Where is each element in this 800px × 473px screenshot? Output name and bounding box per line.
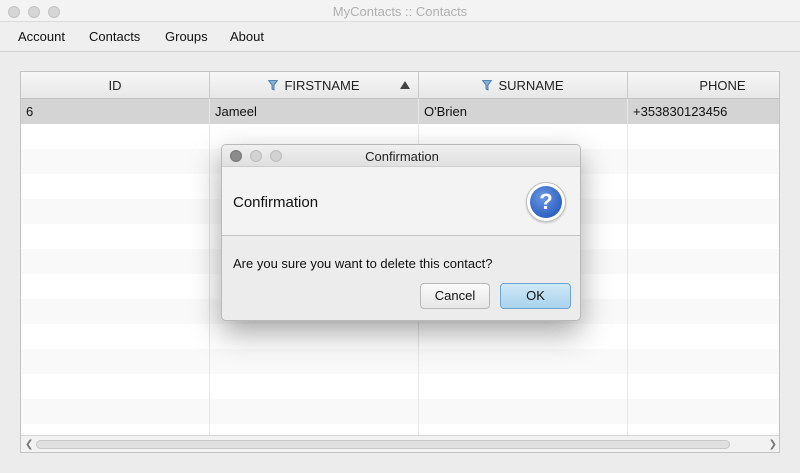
empty-cell: [628, 349, 779, 374]
empty-cell: [628, 174, 779, 199]
ok-button[interactable]: OK: [500, 283, 571, 309]
empty-cell: [210, 374, 419, 399]
horizontal-scrollbar[interactable]: ❮ ❯: [21, 435, 779, 452]
question-glyph: ?: [530, 186, 562, 218]
menu-about[interactable]: About: [230, 29, 264, 44]
empty-cell: [21, 149, 210, 174]
filter-icon: [268, 80, 279, 91]
empty-cell: [628, 374, 779, 399]
empty-cell: [628, 299, 779, 324]
window-titlebar: MyContacts :: Contacts: [0, 0, 800, 22]
empty-cell: [628, 249, 779, 274]
empty-cell: [21, 399, 210, 424]
filter-icon: [482, 80, 493, 91]
empty-cell: [628, 274, 779, 299]
column-header-label: ID: [108, 78, 122, 93]
empty-cell: [21, 324, 210, 349]
empty-cell: [21, 174, 210, 199]
empty-cell: [21, 124, 210, 149]
dialog-message: Are you sure you want to delete this con…: [233, 256, 493, 271]
window-title: MyContacts :: Contacts: [332, 4, 468, 19]
empty-cell: [419, 324, 628, 349]
empty-cell: [21, 224, 210, 249]
column-header-firstname[interactable]: FIRSTNAME: [210, 72, 419, 99]
empty-cell: [21, 299, 210, 324]
scroll-right-icon[interactable]: ❯: [769, 439, 777, 450]
empty-cell: [628, 124, 779, 149]
empty-cell: [210, 349, 419, 374]
empty-cell: [21, 199, 210, 224]
cell-surname: O'Brien: [419, 99, 628, 124]
column-header-label: PHONE: [699, 78, 746, 93]
empty-table-row: [21, 374, 779, 399]
empty-cell: [628, 399, 779, 424]
empty-cell: [419, 349, 628, 374]
empty-cell: [628, 224, 779, 249]
dialog-header-text: Confirmation: [233, 194, 319, 211]
column-header-phone[interactable]: PHONE: [628, 72, 779, 99]
empty-table-row: [21, 324, 779, 349]
empty-table-row: [21, 399, 779, 424]
dialog-header: Confirmation ?: [222, 167, 580, 236]
cell-firstname: Jameel: [210, 99, 419, 124]
cell-phone: +353830123456: [628, 99, 779, 124]
menu-bar: Account Contacts Groups About: [0, 22, 800, 52]
menu-account[interactable]: Account: [18, 29, 65, 44]
empty-cell: [628, 199, 779, 224]
menu-contacts[interactable]: Contacts: [89, 29, 140, 44]
confirmation-dialog: Confirmation Confirmation ? Are you sure…: [221, 144, 581, 321]
dialog-title: Confirmation: [365, 149, 439, 164]
column-header-id[interactable]: ID: [21, 72, 210, 99]
empty-cell: [419, 399, 628, 424]
empty-table-row: [21, 349, 779, 374]
empty-cell: [419, 374, 628, 399]
menu-groups[interactable]: Groups: [165, 29, 208, 44]
column-header-surname[interactable]: SURNAME: [419, 72, 628, 99]
empty-cell: [628, 149, 779, 174]
sort-ascending-icon: [400, 81, 410, 89]
column-header-label: FIRSTNAME: [284, 78, 360, 93]
empty-cell: [21, 274, 210, 299]
cancel-button[interactable]: Cancel: [420, 283, 490, 309]
table-row[interactable]: 6 Jameel O'Brien +353830123456: [21, 99, 779, 124]
question-icon: ?: [526, 182, 566, 222]
dialog-titlebar: Confirmation: [222, 145, 580, 167]
cell-id: 6: [21, 99, 210, 124]
table-header: ID FIRSTNAME SURNAME PHONE: [21, 72, 779, 99]
empty-cell: [21, 349, 210, 374]
empty-cell: [210, 399, 419, 424]
scrollbar-thumb[interactable]: [36, 440, 730, 449]
empty-cell: [21, 374, 210, 399]
empty-cell: [210, 324, 419, 349]
scroll-left-icon[interactable]: ❮: [25, 439, 33, 450]
empty-cell: [21, 249, 210, 274]
empty-cell: [628, 324, 779, 349]
column-header-label: SURNAME: [498, 78, 564, 93]
